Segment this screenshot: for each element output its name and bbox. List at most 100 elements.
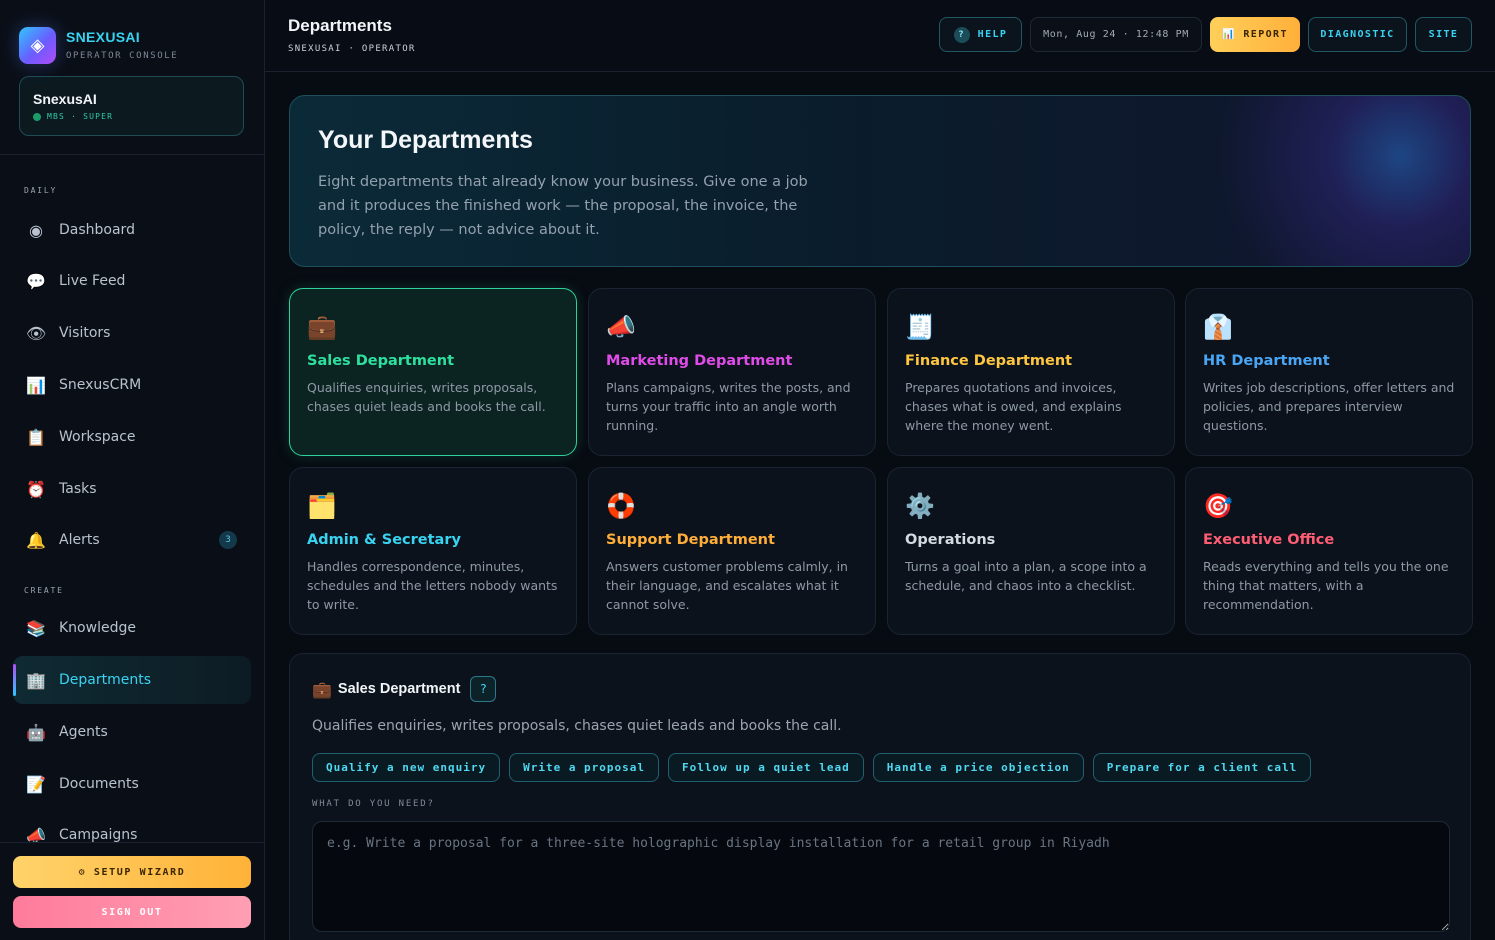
user-meta: MBS · SUPER	[47, 112, 114, 121]
sidebar-item-label: SnexusCRM	[59, 377, 142, 393]
task-chip[interactable]: Write a proposal	[509, 753, 660, 782]
sidebar-item-dashboard[interactable]: ◉ Dashboard	[13, 206, 251, 254]
sidebar: ◈ SNEXUSAI OPERATOR CONSOLE SnexusAI MBS…	[0, 0, 265, 940]
sidebar-item-label: Alerts	[59, 532, 100, 548]
breadcrumb: SNEXUSAI · OPERATOR	[288, 44, 416, 54]
target-icon: 🎯	[1203, 492, 1233, 520]
page-title: Departments	[288, 16, 392, 35]
sidebar-item-visitors[interactable]: 👁 Visitors	[13, 309, 251, 357]
task-chip[interactable]: Handle a price objection	[872, 753, 1084, 782]
department-description: Reads everything and tells you the one t…	[1203, 559, 1449, 612]
task-chips: Qualify a new enquiry Write a proposal Fol…	[312, 753, 1312, 782]
sidebar-item-label: Agents	[59, 724, 108, 740]
department-description: Writes job descriptions, offer letters a…	[1203, 380, 1455, 433]
sidebar-item-documents[interactable]: 📝 Documents	[13, 760, 251, 808]
nav-section-daily: DAILY	[24, 186, 58, 195]
sidebar-item-departments[interactable]: 🏢 Departments	[13, 656, 251, 704]
bar-chart-icon: 📊	[26, 375, 46, 395]
department-description: Turns a goal into a plan, a scope into a…	[905, 559, 1147, 593]
department-card-support-department[interactable]: 🛟 Support Department Answers customer prob…	[588, 467, 876, 635]
brand-subtitle: OPERATOR CONSOLE	[66, 51, 179, 61]
user-name: SnexusAI	[33, 91, 97, 107]
help-circle-icon: ?	[953, 26, 970, 43]
alerts-count-badge: 3	[219, 531, 237, 549]
department-name: Operations	[905, 532, 996, 548]
chat-bubble-icon: 💬	[26, 271, 46, 291]
alarm-clock-icon: ⏰	[26, 479, 46, 499]
sidebar-item-label: Knowledge	[59, 620, 136, 636]
app-root: ◈ SNEXUSAI OPERATOR CONSOLE SnexusAI MBS…	[0, 0, 1495, 940]
department-name: Support Department	[606, 532, 775, 548]
task-chip[interactable]: Prepare for a client call	[1092, 753, 1312, 782]
brand-logo-icon: ◈	[19, 26, 56, 64]
sidebar-item-agents[interactable]: 🤖 Agents	[13, 708, 251, 756]
sidebar-item-workspace[interactable]: 📋 Workspace	[13, 413, 251, 461]
memo-icon: 📝	[26, 774, 46, 794]
card-index-icon: 🗂️	[307, 492, 337, 520]
sidebar-bottom: ⚙ SETUP WIZARD SIGN OUT	[0, 842, 264, 940]
department-name: Finance Department	[905, 353, 1073, 369]
sidebar-item-label: Tasks	[59, 481, 97, 497]
books-icon: 📚	[26, 618, 46, 638]
department-detail-panel: 💼 Sales Department ? Qualifies enquiries…	[289, 653, 1471, 940]
sign-out-button[interactable]: SIGN OUT	[13, 896, 251, 928]
report-button[interactable]: 📊 REPORT	[1210, 17, 1300, 52]
user-card[interactable]: SnexusAI MBS · SUPER	[19, 76, 244, 136]
dashboard-icon: ◉	[29, 220, 43, 240]
sidebar-item-label: Documents	[59, 776, 139, 792]
department-name: Sales Department	[307, 353, 455, 369]
site-button[interactable]: SITE	[1415, 17, 1472, 52]
sidebar-item-knowledge[interactable]: 📚 Knowledge	[13, 604, 251, 652]
department-name: HR Department	[1203, 353, 1330, 369]
sidebar-item-tasks[interactable]: ⏰ Tasks	[13, 465, 251, 513]
megaphone-icon: 📣	[606, 313, 636, 341]
diagnostic-button[interactable]: DIAGNOSTIC	[1308, 17, 1407, 52]
brand: ◈ SNEXUSAI OPERATOR CONSOLE	[0, 0, 264, 68]
bell-icon: 🔔	[26, 530, 46, 550]
top-bar: Departments SNEXUSAI · OPERATOR ? HELP M…	[265, 0, 1495, 72]
department-card-sales-department[interactable]: 💼 Sales Department Qualifies enquiries, wr…	[289, 288, 577, 456]
department-card-finance-department[interactable]: 🧾 Finance Department Prepares quotations a…	[887, 288, 1175, 456]
department-name: Executive Office	[1203, 532, 1335, 548]
department-card-admin-secretary[interactable]: 🗂️ Admin & Secretary Handles correspondenc…	[289, 467, 577, 635]
lifebuoy-icon: 🛟	[606, 492, 636, 520]
setup-wizard-button[interactable]: ⚙ SETUP WIZARD	[13, 856, 251, 888]
sidebar-item-label: Dashboard	[59, 222, 135, 238]
sidebar-item-label: Departments	[59, 672, 152, 688]
help-button[interactable]: ? HELP	[939, 17, 1022, 52]
sidebar-item-label: Campaigns	[59, 827, 138, 843]
clock-display: Mon, Aug 24 · 12:48 PM	[1030, 17, 1202, 52]
sidebar-item-alerts[interactable]: 🔔 Alerts 3	[13, 516, 251, 564]
task-chip[interactable]: Follow up a quiet lead	[668, 753, 864, 782]
need-label: WHAT DO YOU NEED?	[312, 799, 435, 809]
department-card-executive-office[interactable]: 🎯 Executive Office Reads everything and te…	[1185, 467, 1473, 635]
briefcase-icon: 💼	[307, 313, 337, 341]
need-input[interactable]	[312, 821, 1450, 932]
department-card-operations[interactable]: ⚙️ Operations Turns a goal into a plan, a …	[887, 467, 1175, 635]
status-dot-icon	[33, 112, 41, 121]
sidebar-divider	[0, 154, 264, 155]
nav-section-create: CREATE	[24, 586, 64, 595]
sidebar-item-live-feed[interactable]: 💬 Live Feed	[13, 257, 251, 305]
department-card-hr-department[interactable]: 👔 HR Department Writes job descriptions, o…	[1185, 288, 1473, 456]
sidebar-item-snexuscrm[interactable]: 📊 SnexusCRM	[13, 361, 251, 409]
department-name: Marketing Department	[606, 353, 793, 369]
department-description: Qualifies enquiries, writes proposals, c…	[307, 380, 546, 414]
department-card-marketing-department[interactable]: 📣 Marketing Department Plans campaigns, wr…	[588, 288, 876, 456]
detail-description: Qualifies enquiries, writes proposals, c…	[312, 718, 842, 734]
gear-icon: ⚙️	[905, 492, 935, 520]
detail-title: Sales Department	[337, 681, 461, 697]
hero-banner: Your Departments Eight departments that …	[289, 95, 1471, 267]
help-button-label: HELP	[977, 29, 1008, 40]
briefcase-icon: 💼	[312, 679, 332, 699]
hero-description: Eight departments that already know your…	[318, 174, 808, 238]
department-description: Prepares quotations and invoices, chases…	[905, 380, 1122, 433]
clipboard-icon: 📋	[26, 427, 46, 447]
hero-title: Your Departments	[318, 126, 533, 154]
department-description: Plans campaigns, writes the posts, and t…	[606, 380, 851, 433]
brand-name: SNEXUSAI	[66, 29, 140, 45]
department-description: Answers customer problems calmly, in the…	[606, 559, 848, 612]
task-chip[interactable]: Qualify a new enquiry	[312, 753, 501, 782]
detail-help-button[interactable]: ?	[470, 676, 497, 702]
main-content: Departments SNEXUSAI · OPERATOR ? HELP M…	[265, 0, 1495, 940]
